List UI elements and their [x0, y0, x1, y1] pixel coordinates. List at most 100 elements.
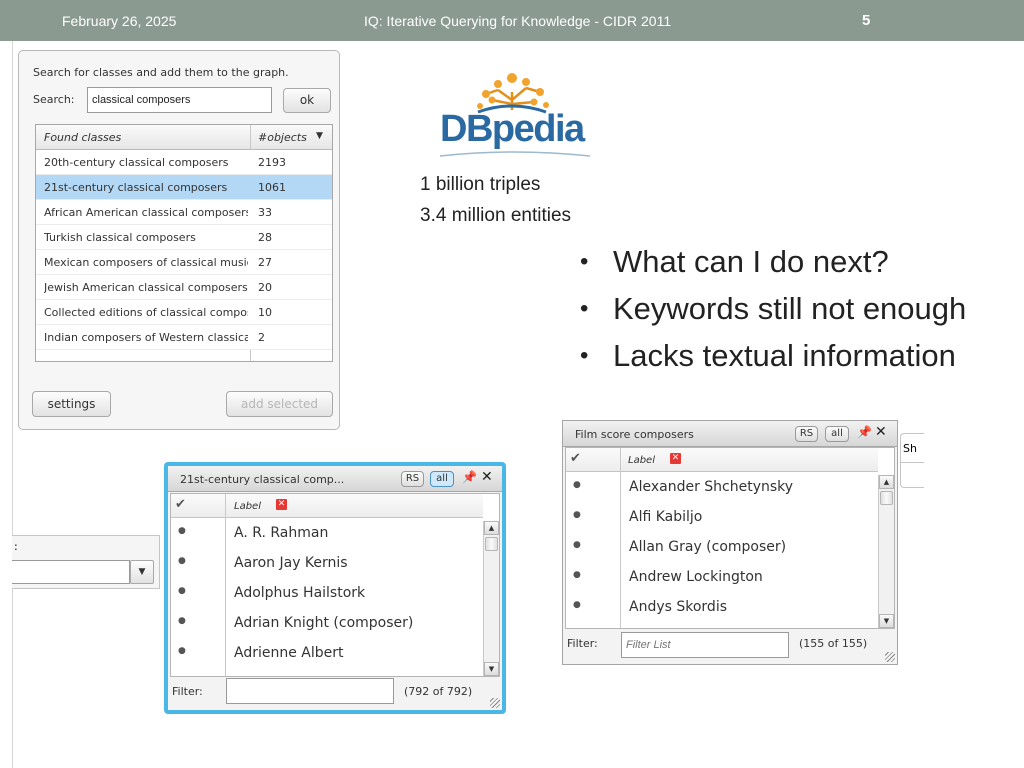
object-count: 33 — [258, 206, 272, 219]
bullet-icon: ● — [573, 600, 581, 610]
bullet-icon: ● — [573, 540, 581, 550]
remove-column-icon[interactable]: ✕ — [276, 499, 287, 510]
object-count: 1061 — [258, 181, 286, 194]
table-row[interactable]: Indian composers of Western classical mu… — [36, 325, 332, 350]
scroll-up-icon[interactable]: ▲ — [879, 475, 894, 489]
filter-input[interactable] — [621, 632, 789, 658]
bullet-icon: ● — [178, 616, 186, 626]
table-row[interactable]: Turkish classical composers 28 — [36, 225, 332, 250]
scroll-thumb[interactable] — [485, 537, 498, 551]
resize-grip-icon[interactable] — [885, 652, 895, 662]
object-count: 27 — [258, 256, 272, 269]
list-item[interactable]: ● Adrian Knight (composer) — [171, 609, 483, 639]
table-row[interactable]: Mexican composers of classical music 27 — [36, 250, 332, 275]
remove-column-icon[interactable]: ✕ — [670, 453, 681, 464]
list-item[interactable]: ● A. R. Rahman — [171, 519, 483, 549]
list-item[interactable]: ● Alfi Kabiljo — [566, 503, 878, 533]
panel-title: Film score composers — [575, 428, 694, 441]
list-item[interactable]: ● Andys Skordis — [566, 593, 878, 623]
add-selected-button[interactable]: add selected — [226, 391, 333, 417]
slide-header: February 26, 2025 IQ: Iterative Querying… — [0, 0, 1024, 41]
col-header-label: Label — [628, 455, 655, 466]
bullet-item: • Lacks textual information — [580, 338, 956, 373]
settings-button[interactable]: settings — [32, 391, 111, 417]
pin-icon[interactable]: 📌 — [462, 470, 477, 484]
item-count: (155 of 155) — [799, 637, 868, 650]
ok-button[interactable]: ok — [283, 88, 331, 113]
list-item[interactable]: ● Andrew Lockington — [566, 563, 878, 593]
table-row[interactable]: 21st-century classical composers 1061 — [36, 175, 332, 200]
class-name: Collected editions of classical composer… — [44, 306, 248, 319]
list-item[interactable]: ● Adrienne Albert — [171, 639, 483, 669]
bullet-icon: ● — [573, 570, 581, 580]
composer-name: A. R. Rahman — [234, 525, 329, 541]
list-item[interactable]: ● Aaron Jay Kernis — [171, 549, 483, 579]
partial-text: Sh — [903, 442, 917, 455]
rs-button[interactable]: RS — [795, 426, 818, 442]
bullet-text: What can I do next? — [613, 244, 889, 279]
col-header-found-classes[interactable]: Found classes — [44, 131, 121, 144]
list-scrollbar[interactable]: ▲ ▼ — [878, 475, 894, 628]
scroll-up-icon[interactable]: ▲ — [484, 521, 499, 535]
table-row[interactable]: Collected editions of classical composer… — [36, 300, 332, 325]
bullet-item: • Keywords still not enough — [580, 291, 967, 326]
slide-page-number: 5 — [862, 12, 871, 29]
table-row[interactable]: African American classical composers 33 — [36, 200, 332, 225]
panel-21st-century-composers: 21st-century classical comp... RS all 📌 … — [164, 462, 506, 714]
composer-name: Aaron Jay Kernis — [234, 555, 348, 571]
composer-name: Alexander Shchetynsky — [629, 479, 794, 495]
composer-name: Andrew Lockington — [629, 569, 763, 585]
bullet-item: • What can I do next? — [580, 244, 889, 279]
table-row[interactable]: 20th-century classical composers 2193 — [36, 150, 332, 175]
list-item[interactable]: ● Alexander Shchetynsky — [566, 473, 878, 503]
checkmark-icon[interactable]: ✔ — [570, 451, 581, 466]
search-input[interactable] — [87, 87, 272, 113]
close-icon[interactable]: ✕ — [875, 424, 887, 440]
partial-dropdown-panel: : ▼ — [12, 535, 160, 589]
partial-input[interactable] — [901, 462, 924, 487]
composer-name: Andys Skordis — [629, 599, 728, 615]
class-search-panel: Search for classes and add them to the g… — [18, 50, 340, 430]
resize-grip-icon[interactable] — [490, 698, 500, 708]
slide-date: February 26, 2025 — [62, 13, 177, 29]
triangle-down-icon[interactable]: ▼ — [316, 131, 323, 141]
filter-input[interactable] — [226, 678, 394, 704]
chevron-down-icon[interactable]: ▼ — [130, 560, 154, 584]
composer-list: ✔ Label ✕ ● A. R. Rahman ● Aaron Jay Kernis… — [170, 493, 500, 677]
filter-label: Filter: — [172, 685, 203, 698]
close-icon[interactable]: ✕ — [481, 469, 493, 485]
dbpedia-wordmark: DBpedia — [440, 108, 585, 150]
list-item[interactable]: ● Adolphus Hailstork — [171, 579, 483, 609]
list-scrollbar[interactable]: ▲ ▼ — [483, 521, 499, 676]
checkmark-icon[interactable]: ✔ — [175, 497, 186, 512]
pin-icon[interactable]: 📌 — [857, 425, 872, 439]
column-separator — [250, 125, 251, 150]
left-divider — [12, 41, 13, 768]
class-name: Indian composers of Western classical mu… — [44, 331, 248, 344]
list-item[interactable]: ● Allan Gray (composer) — [566, 533, 878, 563]
all-button[interactable]: all — [825, 426, 849, 442]
composer-list: ✔ Label ✕ ● Alexander Shchetynsky ● Alfi Ka… — [565, 447, 895, 629]
class-name: 21st-century classical composers — [44, 181, 228, 194]
class-name: 20th-century classical composers — [44, 156, 229, 169]
search-instruction: Search for classes and add them to the g… — [33, 66, 289, 79]
scroll-down-icon[interactable]: ▼ — [879, 614, 894, 628]
composer-name: Adolphus Hailstork — [234, 585, 366, 601]
partial-select[interactable] — [12, 560, 130, 584]
panel-title-bar: Film score composers RS all 📌 ✕ — [563, 421, 897, 447]
scroll-thumb[interactable] — [880, 491, 893, 505]
rs-button[interactable]: RS — [401, 471, 424, 487]
bullet-icon: ● — [178, 526, 186, 536]
bullet-text: Lacks textual information — [613, 338, 956, 373]
all-button[interactable]: all — [430, 471, 454, 487]
table-row[interactable]: Jewish American classical composers 20 — [36, 275, 332, 300]
bullet-icon: ● — [573, 510, 581, 520]
partial-label: : — [14, 540, 18, 553]
bullet-text: Keywords still not enough — [613, 291, 967, 326]
col-header-objects[interactable]: #objects — [258, 131, 307, 144]
class-name: African American classical composers — [44, 206, 248, 219]
filter-label: Filter: — [567, 637, 598, 650]
scroll-down-icon[interactable]: ▼ — [484, 662, 499, 676]
bullet-list: • What can I do next? • Keywords still not… — [580, 244, 966, 385]
stat-entities: 3.4 million entities — [420, 205, 572, 226]
